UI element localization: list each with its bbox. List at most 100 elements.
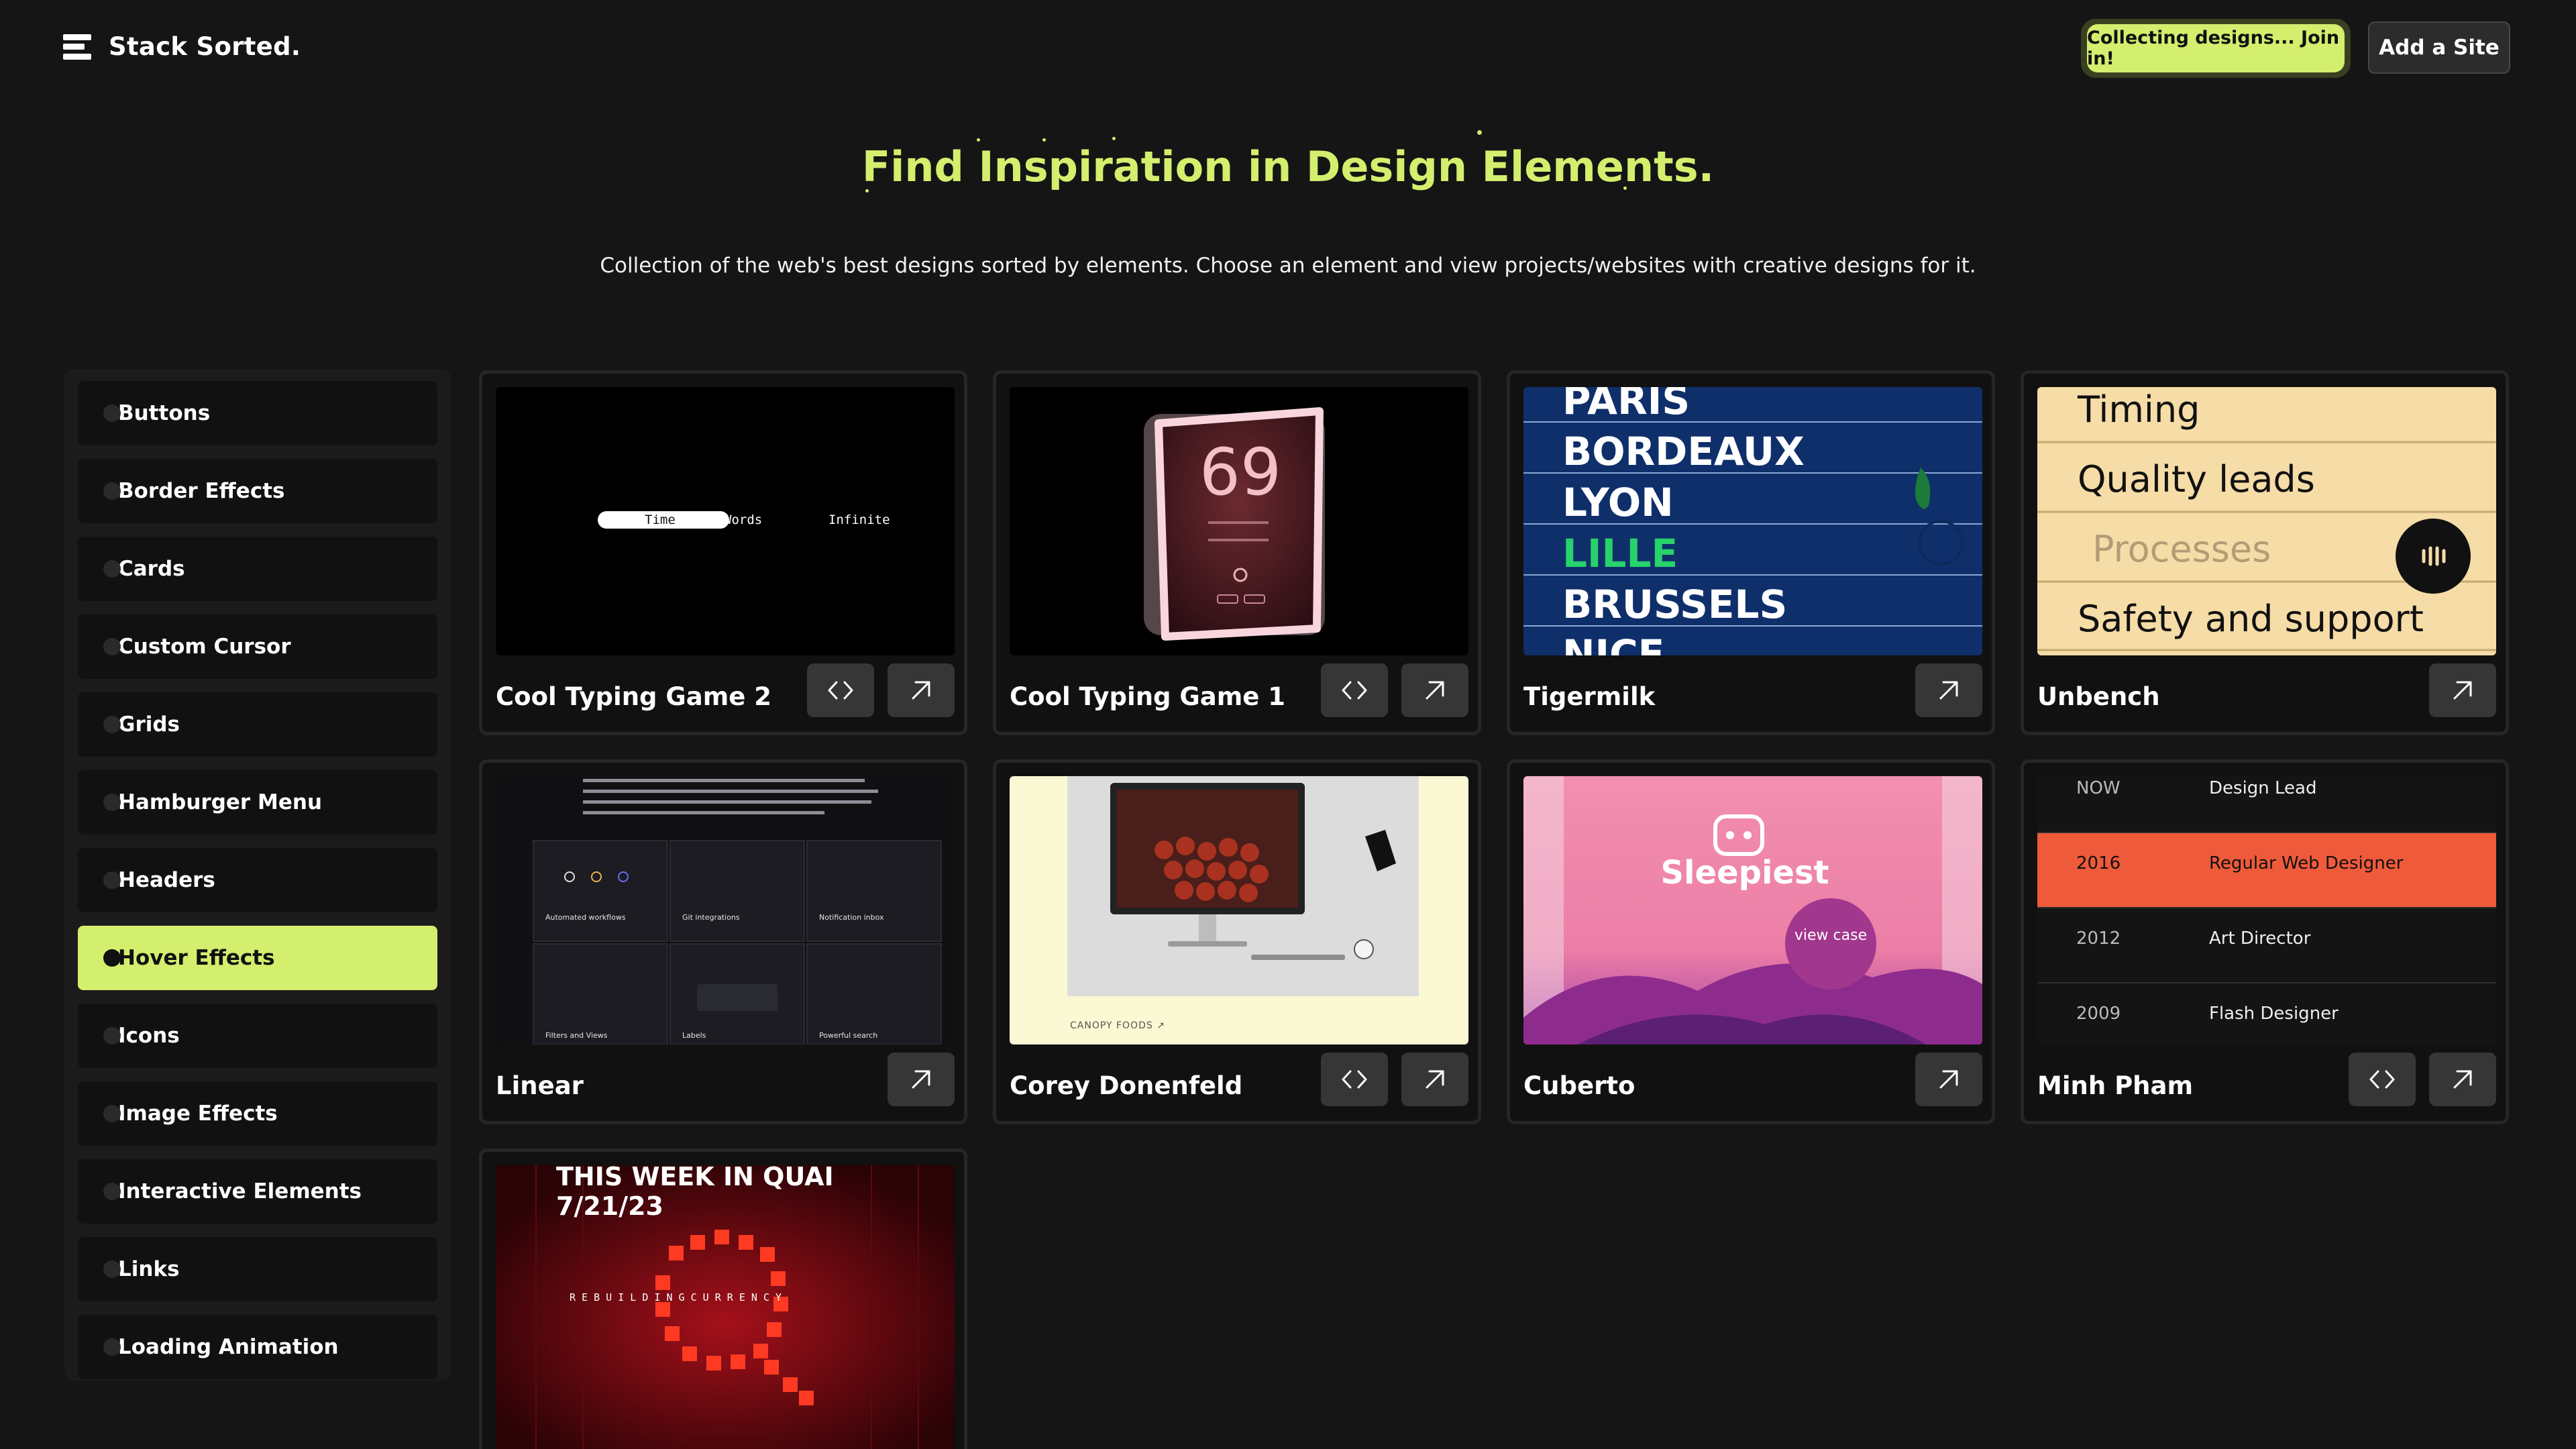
project-card[interactable]: PARIS BORDEAUX LYON LILLE BRUSSELS NICE …: [1507, 370, 1995, 735]
view-code-button[interactable]: [2349, 1053, 2416, 1106]
sidebar-item-hamburger-menu[interactable]: Hamburger Menu: [78, 770, 437, 835]
code-brackets-icon: [1342, 681, 1367, 700]
project-card[interactable]: THIS WEEK IN QUAI 7/21/23 R E B U I L D …: [479, 1148, 967, 1449]
radio-dot-icon: [103, 871, 121, 889]
open-site-button[interactable]: [1915, 1053, 1982, 1106]
cuberto-preview: Sleepiest view case: [1523, 776, 1982, 1044]
sidebar-item-hover-effects[interactable]: Hover Effects: [78, 926, 437, 990]
project-preview[interactable]: NOW Design Lead 2016 Regular Web Designe…: [2037, 776, 2496, 1044]
project-preview[interactable]: 69: [1010, 387, 1468, 655]
timeline-role: Regular Web Designer: [2209, 853, 2404, 873]
project-card[interactable]: Sleepiest view case Cuberto: [1507, 759, 1995, 1124]
timeline-role: Design Lead: [2209, 778, 2317, 798]
minh-pham-preview: NOW Design Lead 2016 Regular Web Designe…: [2037, 776, 2496, 1044]
code-brackets-icon: [2369, 1070, 2395, 1089]
view-code-button[interactable]: [807, 663, 874, 717]
typing-word: Infinite: [828, 513, 890, 527]
sidebar-item-label: Loading Animation: [118, 1335, 339, 1359]
feature-label: Notification inbox: [819, 913, 884, 922]
sidebar-item-label: Hover Effects: [118, 946, 275, 970]
project-preview[interactable]: THIS WEEK IN QUAI 7/21/23 R E B U I L D …: [496, 1165, 955, 1449]
project-preview[interactable]: Automated workflows Git integrations Not…: [496, 776, 955, 1044]
project-card[interactable]: 69 Cool Typing Game 1: [993, 370, 1481, 735]
card-title: Tigermilk: [1523, 682, 1656, 711]
arrow-up-right-icon: [912, 681, 930, 700]
category-sidebar: Buttons Border Effects Cards Custom Curs…: [64, 369, 451, 1381]
typing-word: Words: [724, 513, 762, 527]
sidebar-item-headers[interactable]: Headers: [78, 848, 437, 912]
sidebar-item-custom-cursor[interactable]: Custom Cursor: [78, 614, 437, 679]
typing-game-preview: 69: [1010, 387, 1468, 655]
arrow-up-right-icon: [1426, 681, 1444, 700]
radio-dot-icon: [103, 1260, 121, 1278]
feature-label: Labels: [682, 1031, 706, 1040]
project-preview[interactable]: CANOPY FOODS ↗: [1010, 776, 1468, 1044]
card-title: Minh Pham: [2037, 1071, 2194, 1100]
timeline-year: 2016: [2076, 853, 2121, 873]
card-title: Cool Typing Game 2: [496, 682, 772, 711]
open-site-button[interactable]: [1915, 663, 1982, 717]
city-label: BRUSSELS: [1562, 582, 1787, 627]
sidebar-item-cards[interactable]: Cards: [78, 537, 437, 601]
sidebar-item-label: Links: [118, 1257, 180, 1281]
radio-dot-icon: [103, 405, 121, 422]
sidebar-item-border-effects[interactable]: Border Effects: [78, 459, 437, 523]
unbench-preview: Timing Quality leads Processes Safety an…: [2037, 387, 2496, 655]
city-label: NICE: [1562, 631, 1664, 655]
feature-label: Powerful search: [819, 1031, 877, 1040]
brand-wordmark: Sleepiest: [1660, 854, 1829, 892]
radio-dot-icon: [103, 1183, 121, 1200]
view-code-button[interactable]: [1321, 663, 1388, 717]
timeline-role: Flash Designer: [2209, 1004, 2339, 1024]
project-card[interactable]: CANOPY FOODS ↗ Corey Donenfeld: [993, 759, 1481, 1124]
sidebar-item-buttons[interactable]: Buttons: [78, 381, 437, 445]
view-code-button[interactable]: [1321, 1053, 1388, 1106]
list-row-label: Processes: [2092, 528, 2271, 570]
open-site-button[interactable]: [2429, 663, 2496, 717]
card-title: Unbench: [2037, 682, 2160, 711]
city-label: LILLE: [1562, 531, 1678, 576]
arrow-up-right-icon: [1939, 681, 1958, 700]
open-site-button[interactable]: [2429, 1053, 2496, 1106]
sidebar-item-loading-animation[interactable]: Loading Animation: [78, 1315, 437, 1379]
collecting-designs-button[interactable]: Collecting designs... Join in!: [2081, 19, 2351, 78]
sidebar-item-grids[interactable]: Grids: [78, 692, 437, 757]
sidebar-item-links[interactable]: Links: [78, 1237, 437, 1301]
project-card[interactable]: Time Words Infinite Cool Typing Game 2: [479, 370, 967, 735]
open-site-button[interactable]: [1401, 1053, 1468, 1106]
radio-dot-icon: [103, 1338, 121, 1356]
sidebar-item-label: Grids: [118, 712, 180, 737]
open-site-button[interactable]: [888, 663, 955, 717]
collecting-designs-label: Collecting designs... Join in!: [2087, 24, 2345, 72]
sidebar-item-label: Headers: [118, 868, 215, 892]
radio-dot-icon: [103, 794, 121, 811]
typing-game-preview: Time Words Infinite: [496, 387, 955, 655]
arrow-up-right-icon: [912, 1070, 930, 1089]
project-preview[interactable]: Time Words Infinite: [496, 387, 955, 655]
project-card[interactable]: NOW Design Lead 2016 Regular Web Designe…: [2021, 759, 2509, 1124]
sidebar-item-label: Custom Cursor: [118, 635, 291, 659]
sparkle-dot: [1477, 130, 1482, 135]
timeline-year: 2009: [2076, 1004, 2121, 1024]
project-preview[interactable]: PARIS BORDEAUX LYON LILLE BRUSSELS NICE: [1523, 387, 1982, 655]
sidebar-item-image-effects[interactable]: Image Effects: [78, 1081, 437, 1146]
project-card[interactable]: Timing Quality leads Processes Safety an…: [2021, 370, 2509, 735]
stack-bars-icon: [63, 34, 91, 60]
arrow-up-right-icon: [1426, 1070, 1444, 1089]
sparkle-dot: [977, 138, 980, 142]
logo-text: Stack Sorted.: [109, 32, 301, 61]
project-card[interactable]: Automated workflows Git integrations Not…: [479, 759, 967, 1124]
site-logo[interactable]: Stack Sorted.: [63, 32, 301, 61]
open-site-button[interactable]: [1401, 663, 1468, 717]
project-preview[interactable]: Timing Quality leads Processes Safety an…: [2037, 387, 2496, 655]
sparkle-dot: [1112, 137, 1116, 140]
open-site-button[interactable]: [888, 1053, 955, 1106]
add-site-button[interactable]: Add a Site: [2368, 21, 2510, 74]
view-case-badge: view case: [1794, 927, 1867, 944]
project-preview[interactable]: Sleepiest view case: [1523, 776, 1982, 1044]
radio-dot-icon: [103, 1027, 121, 1044]
card-title: Cuberto: [1523, 1071, 1635, 1100]
sidebar-item-icons[interactable]: Icons: [78, 1004, 437, 1068]
card-title: Cool Typing Game 1: [1010, 682, 1286, 711]
sidebar-item-interactive-elements[interactable]: Interactive Elements: [78, 1159, 437, 1224]
